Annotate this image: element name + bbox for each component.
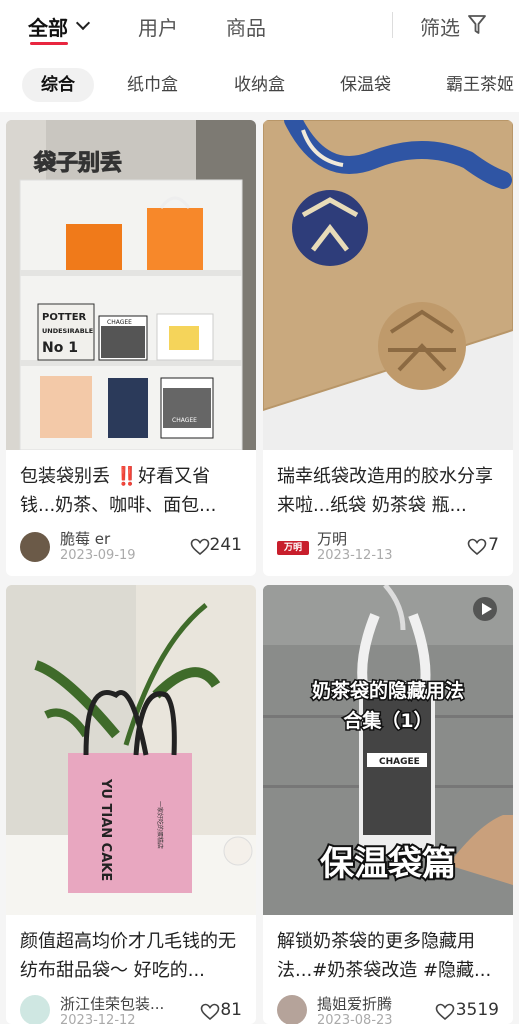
image-caption: 保温袋篇 xyxy=(320,844,456,884)
post-title[interactable]: 瑞幸纸袋改造用的胶水分享来啦...纸袋 奶茶袋 瓶... xyxy=(277,462,501,520)
bag-brand: CHAGEE xyxy=(379,757,420,767)
chip-storage-box[interactable]: 收纳盒 xyxy=(234,68,285,102)
post-image[interactable]: CHAGEE 奶茶袋的隐藏用法 合集（1） 保温袋篇 xyxy=(263,585,513,915)
divider xyxy=(392,12,393,38)
filter-button[interactable]: 筛选 xyxy=(420,12,460,41)
category-chips: 综合 纸巾盒 收纳盒 保温袋 霸王茶姬 xyxy=(0,56,519,112)
bag-label-text: CHAGEE xyxy=(172,417,197,424)
like-count: 81 xyxy=(220,1000,242,1020)
bag-text: YU TIAN CAKE xyxy=(98,778,113,881)
post-card[interactable]: POTTER UNDESIRABLE No 1 CHAGEE CHAGEE 袋子… xyxy=(6,120,256,576)
avatar[interactable] xyxy=(20,532,50,562)
post-date: 2023-12-12 xyxy=(60,1013,136,1024)
author-name[interactable]: 浙江佳荣包装... xyxy=(60,993,164,1014)
post-title[interactable]: 解锁奶茶袋的更多隐藏用法...#奶茶袋改造 #隐藏... xyxy=(277,927,501,985)
chip-comprehensive[interactable]: 综合 xyxy=(22,68,94,102)
heart-icon[interactable] xyxy=(435,1003,455,1021)
top-tab-bar: 全部 用户 商品 筛选 xyxy=(0,0,519,56)
filter-icon[interactable] xyxy=(467,14,487,36)
image-caption: 袋子别丢 xyxy=(33,150,122,176)
chip-chagee[interactable]: 霸王茶姬 xyxy=(446,68,514,102)
heart-icon[interactable] xyxy=(190,538,210,556)
author-badge-text: 万明 xyxy=(283,543,302,553)
image-caption: 奶茶袋的隐藏用法 xyxy=(312,679,464,702)
post-image[interactable]: YU TIAN CAKE 一家好吃的蛋糕店 xyxy=(6,585,256,915)
chip-tissue-box[interactable]: 纸巾盒 xyxy=(127,68,178,102)
author-name[interactable]: 万明 xyxy=(317,528,347,549)
post-image[interactable] xyxy=(263,120,513,450)
post-card[interactable]: CHAGEE 奶茶袋的隐藏用法 合集（1） 保温袋篇 解锁奶茶袋的更多隐藏用法.… xyxy=(263,585,513,1024)
image-caption: 合集（1） xyxy=(343,709,432,732)
post-card[interactable]: 瑞幸纸袋改造用的胶水分享来啦...纸袋 奶茶袋 瓶... 万明 万明 2023-… xyxy=(263,120,513,576)
tab-products[interactable]: 商品 xyxy=(226,12,266,41)
like-count: 241 xyxy=(209,535,242,555)
post-title[interactable]: 包装袋别丢 ‼️好看又省钱...奶茶、咖啡、面包... xyxy=(20,462,244,520)
heart-icon[interactable] xyxy=(200,1003,220,1021)
author-name[interactable]: 搗姐爱折腾 xyxy=(317,993,392,1014)
bag-label-text: UNDESIRABLE xyxy=(42,327,93,335)
post-title[interactable]: 颜值超高均价才几毛钱的无纺布甜品袋～ 好吃的... xyxy=(20,927,244,985)
post-card[interactable]: YU TIAN CAKE 一家好吃的蛋糕店 颜值超高均价才几毛钱的无纺布甜品袋～… xyxy=(6,585,256,1024)
active-tab-indicator xyxy=(30,42,68,45)
bag-label-text: POTTER xyxy=(42,312,87,323)
tab-all-label: 全部 xyxy=(28,16,68,40)
like-count: 7 xyxy=(488,535,499,555)
post-image[interactable]: POTTER UNDESIRABLE No 1 CHAGEE CHAGEE 袋子… xyxy=(6,120,256,450)
post-date: 2023-08-23 xyxy=(317,1013,393,1024)
avatar[interactable] xyxy=(277,995,307,1024)
avatar[interactable] xyxy=(20,995,50,1024)
post-date: 2023-09-19 xyxy=(60,548,136,563)
tab-all[interactable]: 全部 xyxy=(28,12,91,45)
bag-subtext: 一家好吃的蛋糕店 xyxy=(156,801,164,849)
tab-users[interactable]: 用户 xyxy=(138,12,178,41)
heart-icon[interactable] xyxy=(467,538,487,556)
chevron-down-icon[interactable] xyxy=(75,15,91,31)
bag-label-text: CHAGEE xyxy=(107,319,132,326)
author-name[interactable]: 脆莓 er xyxy=(60,528,110,549)
avatar[interactable]: 万明 xyxy=(277,541,309,555)
chip-insulated-bag[interactable]: 保温袋 xyxy=(340,68,391,102)
post-date: 2023-12-13 xyxy=(317,548,393,563)
like-count: 3519 xyxy=(455,1000,499,1020)
bag-label-text: No 1 xyxy=(42,340,78,356)
